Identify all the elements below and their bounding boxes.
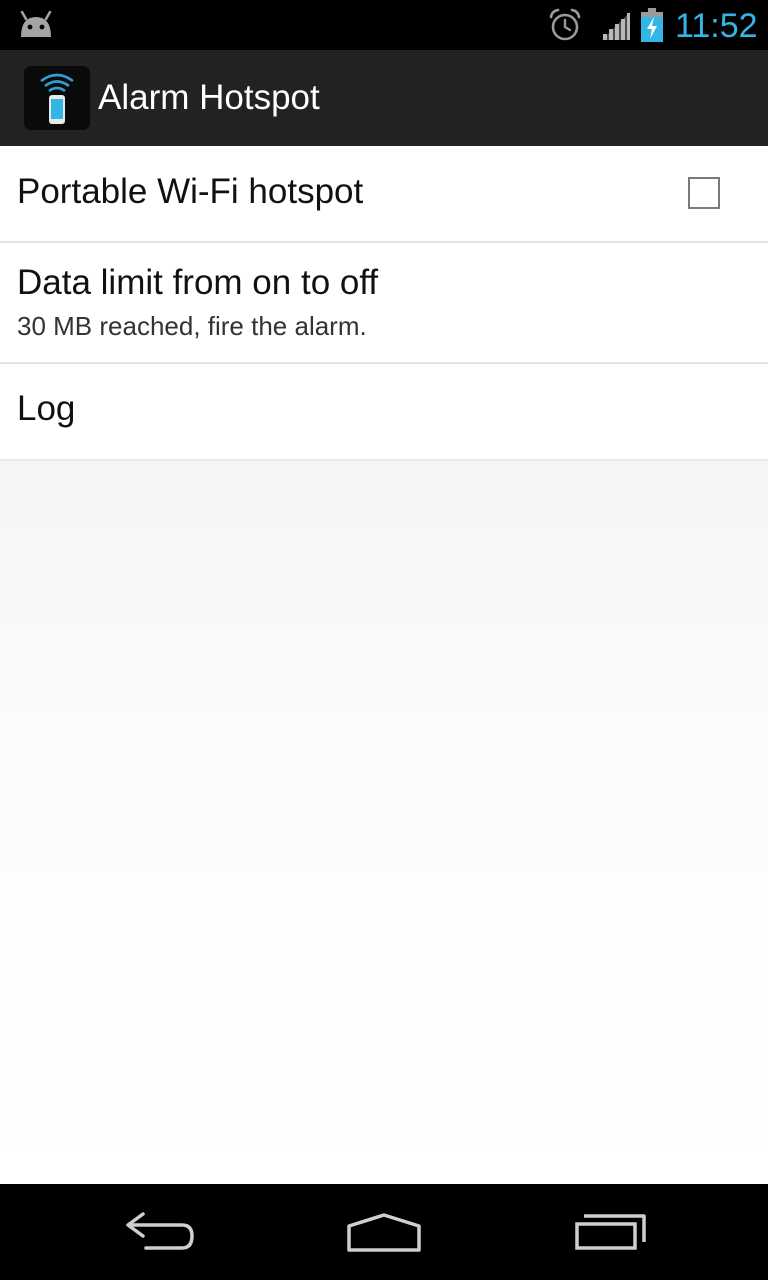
- pref-title: Portable Wi-Fi hotspot: [17, 172, 364, 211]
- status-bar: 11:52: [0, 0, 768, 50]
- back-button[interactable]: [110, 1202, 210, 1262]
- content-area: Portable Wi-Fi hotspot Data limit from o…: [0, 146, 768, 1184]
- pref-title: Data limit from on to off: [17, 263, 379, 302]
- preference-list: Portable Wi-Fi hotspot Data limit from o…: [0, 146, 768, 461]
- signal-icon: [600, 10, 632, 42]
- home-icon: [347, 1213, 421, 1252]
- pref-log[interactable]: Log: [0, 364, 768, 461]
- battery-charging-icon: [640, 8, 664, 42]
- hotspot-checkbox[interactable]: [688, 177, 720, 209]
- back-icon: [126, 1212, 194, 1250]
- pref-data-limit[interactable]: Data limit from on to off 30 MB reached,…: [0, 243, 768, 364]
- wifi-phone-icon[interactable]: [24, 66, 90, 130]
- recent-apps-icon: [575, 1214, 646, 1250]
- app-title: Alarm Hotspot: [98, 78, 320, 117]
- clock: 11:52: [675, 7, 758, 45]
- pref-summary: 30 MB reached, fire the alarm.: [17, 311, 367, 341]
- home-button[interactable]: [334, 1202, 434, 1262]
- android-icon: [17, 10, 55, 39]
- action-bar: Alarm Hotspot: [0, 50, 768, 146]
- recent-apps-button[interactable]: [560, 1202, 660, 1262]
- alarm-clock-icon: [548, 8, 582, 42]
- pref-title: Log: [17, 389, 76, 428]
- pref-portable-hotspot[interactable]: Portable Wi-Fi hotspot: [0, 146, 768, 243]
- nav-bar: [0, 1184, 768, 1280]
